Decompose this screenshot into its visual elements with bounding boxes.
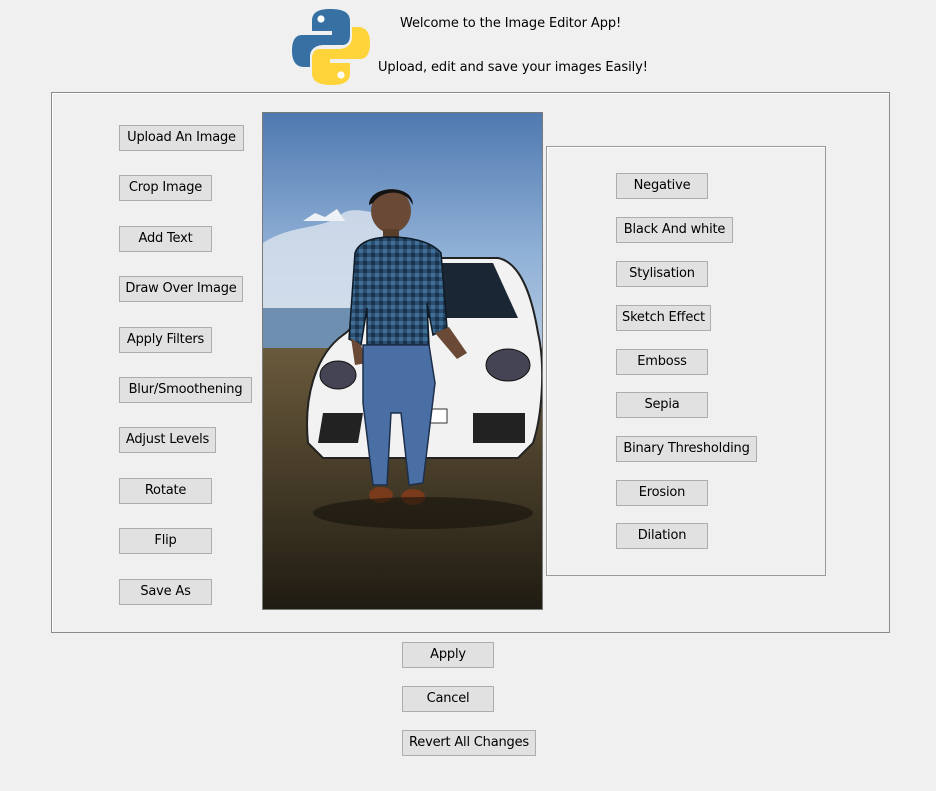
sketch-effect-filter-button[interactable]: Sketch Effect xyxy=(616,305,711,331)
tagline-text: Upload, edit and save your images Easily… xyxy=(378,60,648,75)
negative-filter-button[interactable]: Negative xyxy=(616,173,708,199)
cancel-button[interactable]: Cancel xyxy=(402,686,494,712)
apply-button[interactable]: Apply xyxy=(402,642,494,668)
rotate-button[interactable]: Rotate xyxy=(119,478,212,504)
save-as-button[interactable]: Save As xyxy=(119,579,212,605)
sepia-filter-button[interactable]: Sepia xyxy=(616,392,708,418)
erosion-filter-button[interactable]: Erosion xyxy=(616,480,708,506)
draw-over-image-button[interactable]: Draw Over Image xyxy=(119,276,243,302)
apply-filters-button[interactable]: Apply Filters xyxy=(119,327,212,353)
dilation-filter-button[interactable]: Dilation xyxy=(616,523,708,549)
image-preview xyxy=(262,112,543,610)
python-logo-icon xyxy=(290,7,372,87)
crop-image-button[interactable]: Crop Image xyxy=(119,175,212,201)
adjust-levels-button[interactable]: Adjust Levels xyxy=(119,427,216,453)
binary-thresholding-filter-button[interactable]: Binary Thresholding xyxy=(616,436,757,462)
blur-smoothening-button[interactable]: Blur/Smoothening xyxy=(119,377,252,403)
add-text-button[interactable]: Add Text xyxy=(119,226,212,252)
upload-image-button[interactable]: Upload An Image xyxy=(119,125,244,151)
stylisation-filter-button[interactable]: Stylisation xyxy=(616,261,708,287)
emboss-filter-button[interactable]: Emboss xyxy=(616,349,708,375)
welcome-heading: Welcome to the Image Editor App! xyxy=(400,16,622,31)
flip-button[interactable]: Flip xyxy=(119,528,212,554)
black-and-white-filter-button[interactable]: Black And white xyxy=(616,217,733,243)
revert-all-changes-button[interactable]: Revert All Changes xyxy=(402,730,536,756)
